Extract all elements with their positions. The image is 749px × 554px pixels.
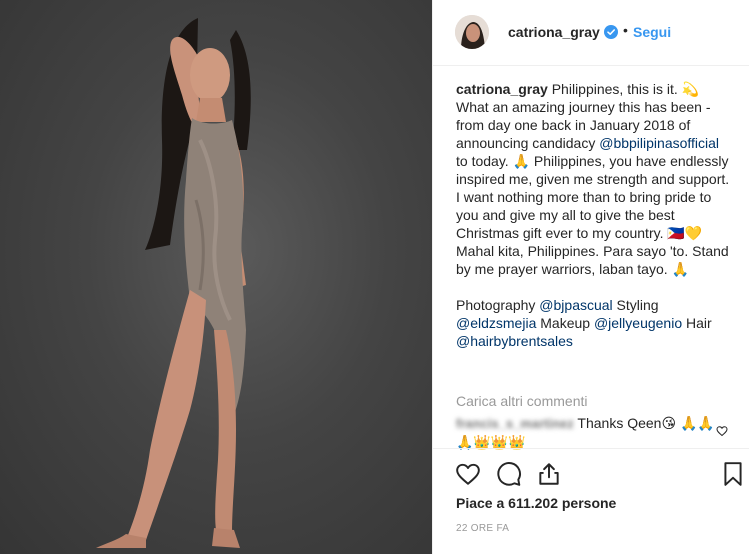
comment-icon[interactable] <box>496 461 522 487</box>
load-more-comments-link[interactable]: Carica altri commenti <box>456 393 587 409</box>
caption-credit: Styling <box>612 297 659 313</box>
caption-text: to today. 🙏 Philippines, you have endles… <box>456 153 730 277</box>
post-username[interactable]: catriona_gray <box>508 24 600 40</box>
caption-credit: Photography <box>456 297 540 313</box>
separator-dot: • <box>623 22 628 38</box>
model-silhouette <box>96 18 251 548</box>
post-header: catriona_gray • Segui <box>433 0 749 66</box>
post-photo[interactable] <box>0 0 432 554</box>
caption-credit: Hair <box>682 315 712 331</box>
mention-link[interactable]: @jellyeugenio <box>594 315 682 331</box>
comment-like-heart-icon[interactable] <box>716 424 728 437</box>
caption-credit: Makeup <box>536 315 594 331</box>
bookmark-icon[interactable] <box>720 461 746 487</box>
mention-link[interactable]: @bbpilipinasofficial <box>599 135 719 151</box>
post-details-panel: catriona_gray • Segui catriona_gray Phil… <box>432 0 749 554</box>
avatar[interactable] <box>455 15 489 49</box>
mention-link[interactable]: @bjpascual <box>539 297 612 313</box>
verified-badge-icon <box>604 25 618 39</box>
likes-count[interactable]: Piace a 611.202 persone <box>456 495 616 511</box>
caption-username[interactable]: catriona_gray <box>456 81 548 97</box>
comment-item: francis_s_martinez Thanks Qeen😘 🙏🙏🙏👑👑👑 <box>456 414 726 451</box>
mention-link[interactable]: @hairbybrentsales <box>456 333 573 349</box>
follow-button[interactable]: Segui <box>633 24 671 40</box>
post-timestamp: 22 ORE FA <box>456 523 510 534</box>
share-icon[interactable] <box>536 461 562 487</box>
post-caption: catriona_gray Philippines, this is it. 💫… <box>456 80 734 350</box>
comment-username[interactable]: francis_s_martinez <box>456 415 574 433</box>
heart-icon[interactable] <box>455 461 481 487</box>
mention-link[interactable]: @eldzsmejia <box>456 315 536 331</box>
post-actions: Piace a 611.202 persone 22 ORE FA <box>433 448 749 554</box>
